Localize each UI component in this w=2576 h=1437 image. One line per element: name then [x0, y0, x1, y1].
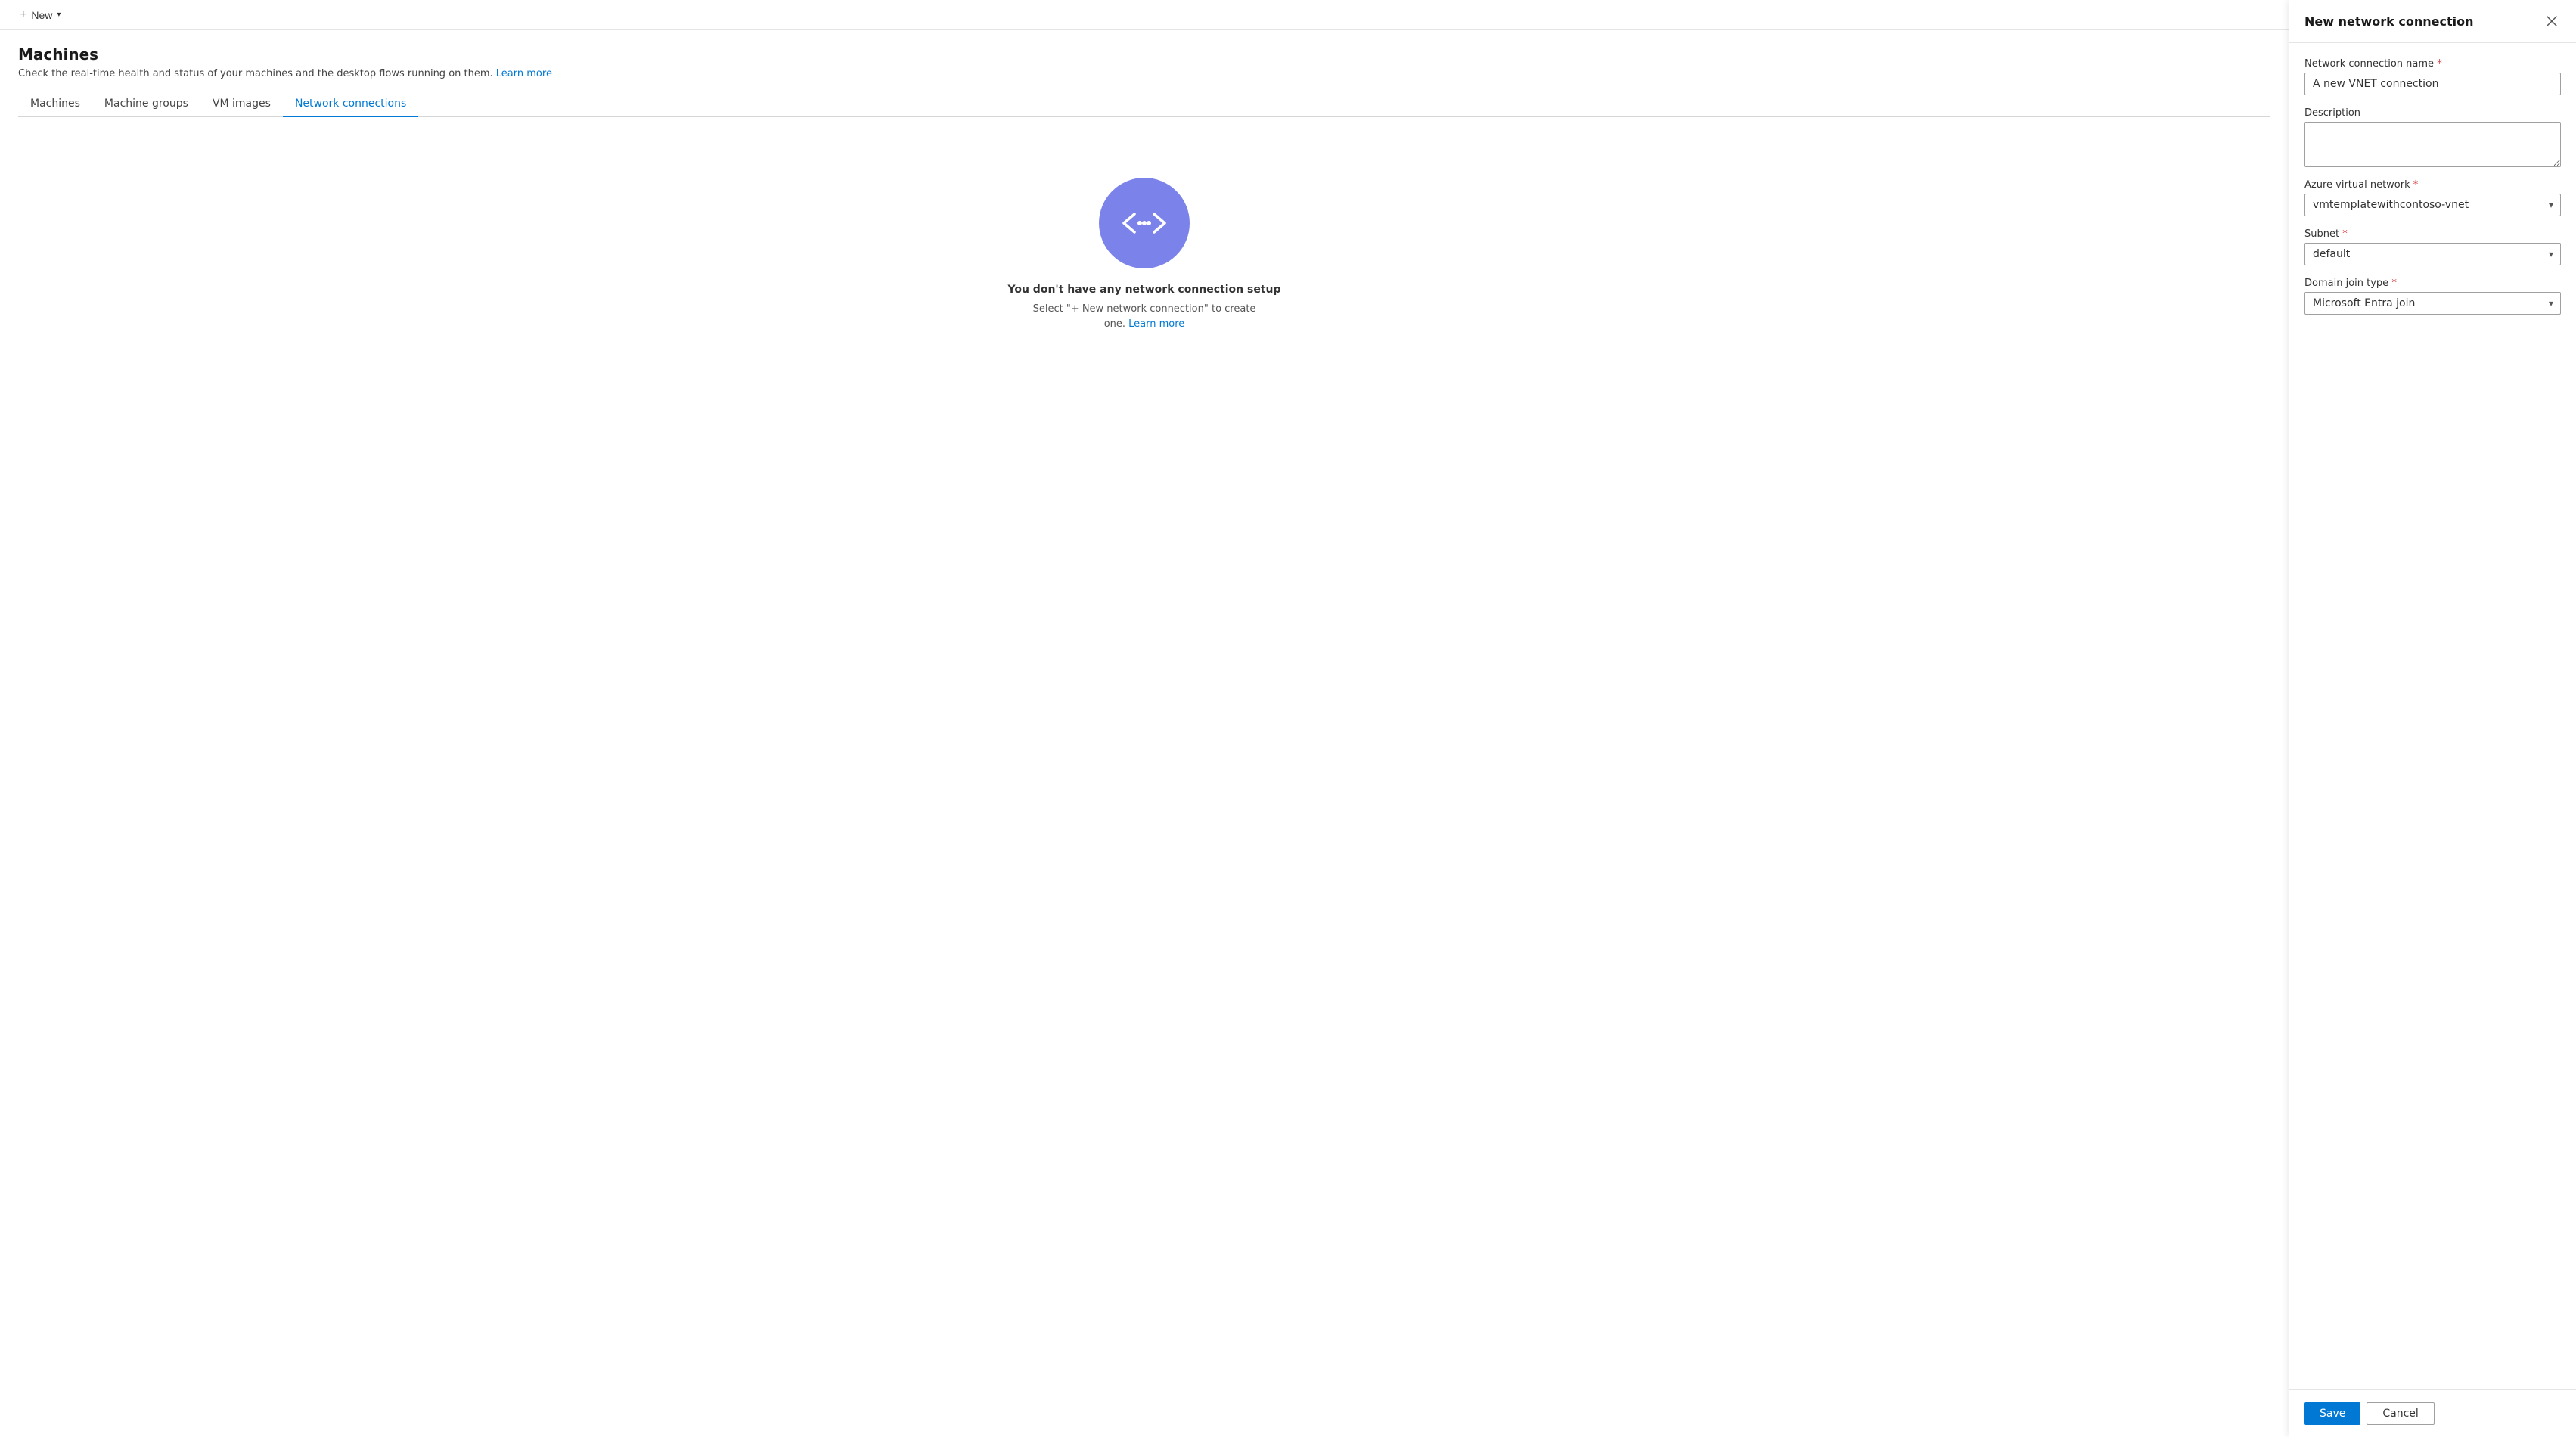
panel-body: Network connection name * Description Az…	[2289, 43, 2576, 1389]
form-group-subnet: Subnet * default ▾	[2304, 228, 2561, 265]
form-group-description: Description	[2304, 107, 2561, 167]
azure-vnet-select[interactable]: vmtemplatewithcontoso-vnet	[2304, 194, 2561, 216]
form-group-connection-name: Network connection name *	[2304, 58, 2561, 95]
form-group-domain-join-type: Domain join type * Microsoft Entra join …	[2304, 278, 2561, 315]
description-textarea[interactable]	[2304, 122, 2561, 167]
close-panel-button[interactable]	[2543, 12, 2561, 30]
domain-join-type-select[interactable]: Microsoft Entra join Active Directory jo…	[2304, 292, 2561, 315]
subnet-label: Subnet *	[2304, 228, 2561, 240]
main-content: + New ▾ Machines Check the real-time hea…	[0, 0, 2289, 1437]
tabs: Machines Machine groups VM images Networ…	[18, 92, 2270, 117]
empty-state: You don't have any network connection se…	[18, 117, 2270, 392]
page-title: Machines	[18, 45, 2270, 64]
form-group-azure-vnet: Azure virtual network * vmtemplatewithco…	[2304, 179, 2561, 216]
panel-title: New network connection	[2304, 14, 2473, 29]
page-subtitle: Check the real-time health and status of…	[18, 68, 2270, 79]
side-panel: New network connection Network connectio…	[2289, 0, 2576, 1437]
new-label: New	[31, 9, 52, 21]
page-subtitle-text: Check the real-time health and status of…	[18, 68, 493, 79]
empty-state-title: You don't have any network connection se…	[1008, 284, 1281, 296]
learn-more-link[interactable]: Learn more	[496, 68, 552, 79]
empty-state-icon	[1099, 178, 1190, 268]
close-icon	[2546, 15, 2558, 27]
required-star-vnet: *	[2413, 179, 2419, 191]
plus-icon: +	[20, 8, 26, 22]
azure-vnet-label: Azure virtual network *	[2304, 179, 2561, 191]
panel-footer: Save Cancel	[2289, 1389, 2576, 1437]
required-star-domain: *	[2391, 278, 2397, 289]
subnet-select[interactable]: default	[2304, 243, 2561, 265]
empty-learn-more-link[interactable]: Learn more	[1128, 318, 1184, 330]
subnet-select-wrapper: default ▾	[2304, 243, 2561, 265]
tab-machine-groups[interactable]: Machine groups	[92, 92, 200, 117]
tab-machines[interactable]: Machines	[18, 92, 92, 117]
new-button[interactable]: + New ▾	[12, 5, 68, 25]
save-button[interactable]: Save	[2304, 1402, 2360, 1425]
empty-state-description: Select "+ New network connection" to cre…	[1031, 302, 1258, 331]
azure-vnet-select-wrapper: vmtemplatewithcontoso-vnet ▾	[2304, 194, 2561, 216]
domain-join-type-select-wrapper: Microsoft Entra join Active Directory jo…	[2304, 292, 2561, 315]
page-content: Machines Check the real-time health and …	[0, 30, 2289, 1437]
tab-network-connections[interactable]: Network connections	[283, 92, 418, 117]
connection-name-input[interactable]	[2304, 73, 2561, 95]
description-label: Description	[2304, 107, 2561, 119]
connection-name-label: Network connection name *	[2304, 58, 2561, 70]
panel-header: New network connection	[2289, 0, 2576, 43]
chevron-down-icon: ▾	[57, 11, 61, 19]
top-bar: + New ▾	[0, 0, 2289, 30]
domain-join-type-label: Domain join type *	[2304, 278, 2561, 289]
tab-vm-images[interactable]: VM images	[200, 92, 283, 117]
network-icon	[1118, 211, 1171, 235]
required-star: *	[2437, 58, 2442, 70]
required-star-subnet: *	[2342, 228, 2348, 240]
cancel-button[interactable]: Cancel	[2367, 1402, 2434, 1425]
